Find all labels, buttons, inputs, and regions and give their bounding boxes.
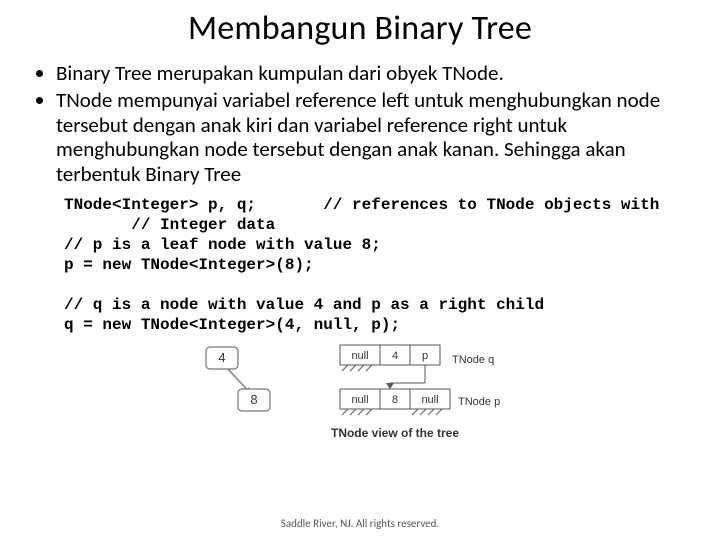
diagram-caption: TNode view of the tree [331,426,459,440]
page-title: Membangun Binary Tree [30,8,690,49]
q-mid: 4 [392,350,398,362]
diagram-container: 4 8 null 4 p [30,339,690,449]
tnode-detail: null 4 p TNode q [331,345,500,440]
bullet-list: Binary Tree merupakan kumpulan dari obye… [30,61,690,187]
code-block: TNode<Integer> p, q; // references to TN… [64,195,690,335]
p-right: null [421,394,438,406]
bullet-item: Binary Tree merupakan kumpulan dari obye… [56,61,690,86]
q-right: p [422,350,428,362]
q-left: null [351,350,368,362]
p-left: null [351,394,368,406]
tnode-diagram: 4 8 null 4 p [190,339,530,449]
node-4-label: 4 [218,350,225,365]
p-mid: 8 [392,394,398,406]
node-8-label: 8 [250,392,257,407]
tnode-q: null 4 p TNode q [340,345,494,389]
slide: Membangun Binary Tree Binary Tree merupa… [0,0,720,540]
q-label: TNode q [452,354,494,366]
diagram-caption-text: TNode view of the tree [331,426,459,440]
tnode-p: null 8 null TNod [340,389,500,415]
p-label: TNode p [458,396,500,408]
tree-view: 4 8 [206,347,270,411]
footer-text: Saddle River, NJ. All rights reserved. [0,517,720,530]
bullet-item: TNode mempunyai variabel reference left … [56,88,690,187]
